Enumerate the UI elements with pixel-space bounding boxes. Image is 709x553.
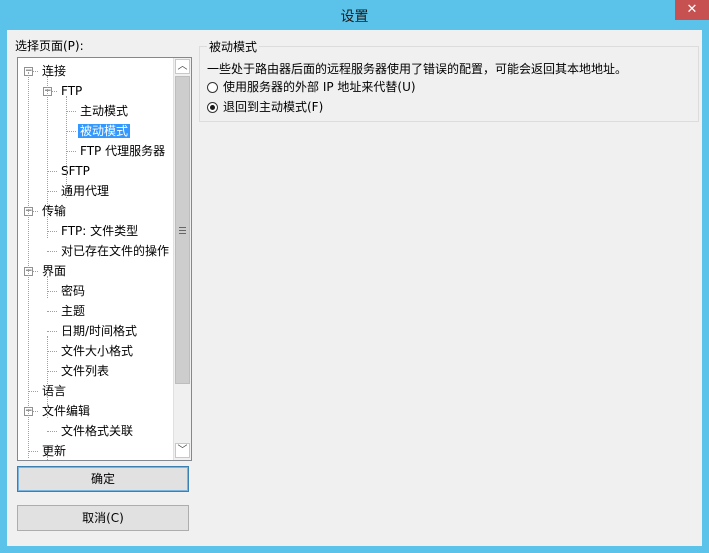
tree-connector: [66, 111, 76, 112]
tree-item-label: 通用代理: [61, 184, 110, 198]
tree-connector: [47, 171, 57, 172]
radio-button-icon[interactable]: [207, 82, 218, 93]
tree-connector: [66, 151, 76, 152]
tree-item[interactable]: 语言: [42, 382, 66, 400]
tree-item-label: FTP 代理服务器: [80, 144, 166, 158]
tree-connector: [47, 371, 57, 372]
ok-button[interactable]: 确定: [17, 466, 189, 492]
tree-item-label: 文件列表: [61, 364, 110, 378]
tree-guide-line: [28, 72, 29, 458]
close-button[interactable]: ✕: [675, 0, 709, 20]
tree-item-label: 更新: [42, 444, 67, 458]
tree-item[interactable]: 文件列表: [61, 362, 109, 380]
tree-connector: [47, 251, 57, 252]
radio-button-icon[interactable]: [207, 102, 218, 113]
tree-item-label: 传输: [42, 204, 67, 218]
tree-item[interactable]: 主动模式: [80, 102, 128, 120]
tree-connector: [47, 191, 57, 192]
tree-item-label: 主动模式: [80, 104, 129, 118]
tree-item[interactable]: 主题: [61, 302, 85, 320]
tree-item[interactable]: 文件大小格式: [61, 342, 133, 360]
tree-item[interactable]: FTP: [61, 82, 82, 100]
tree-item[interactable]: 界面: [42, 262, 66, 280]
tree-item-label: 界面: [42, 264, 67, 278]
tree-connector: [47, 351, 57, 352]
tree-item[interactable]: 传输: [42, 202, 66, 220]
tree-item[interactable]: 更新: [42, 442, 66, 460]
radio-fallback-active[interactable]: 退回到主动模式(F): [207, 99, 323, 115]
tree-connector: [47, 291, 57, 292]
tree-item-label: 日期/时间格式: [61, 324, 138, 338]
tree-connector: [47, 231, 57, 232]
tree-connector: [28, 391, 38, 392]
scroll-up-button[interactable]: ︿: [175, 59, 190, 74]
tree-guide-line: [47, 336, 48, 418]
tree-item[interactable]: 通用代理: [61, 182, 109, 200]
scroll-down-button[interactable]: ﹀: [175, 443, 190, 458]
tree-guide-line: [66, 96, 67, 198]
select-page-label: 选择页面(P):: [15, 39, 84, 53]
scroll-thumb[interactable]: [175, 76, 190, 384]
tree-item-label: 语言: [42, 384, 67, 398]
cancel-button[interactable]: 取消(C): [17, 505, 189, 531]
radio-label: 使用服务器的外部 IP 地址来代替(U): [223, 80, 416, 94]
tree-item-label: 连接: [42, 64, 67, 78]
tree-item[interactable]: 被动模式: [78, 122, 131, 140]
tree-connector: [47, 431, 57, 432]
settings-dialog: 设置 ✕ 选择页面(P): ︿ ﹀ 连接 − FTP − 主动模式 被动模式 FTP 代理服…: [0, 0, 709, 553]
tree-item-label: 对已存在文件的操作: [61, 244, 170, 258]
radio-use-external-ip[interactable]: 使用服务器的外部 IP 地址来代替(U): [207, 79, 416, 95]
tree-connector: [47, 311, 57, 312]
tree-item-label: FTP: [61, 84, 83, 98]
tree-connector: [47, 331, 57, 332]
group-title: 被动模式: [207, 38, 260, 55]
chevron-up-icon: ︿: [177, 61, 188, 72]
tree-connector: [66, 131, 76, 132]
grip-line: [179, 227, 186, 228]
dialog-client-area: 选择页面(P): ︿ ﹀ 连接 − FTP − 主动模式 被动模式 FTP 代理服务器 SFT…: [7, 30, 702, 546]
settings-tree[interactable]: ︿ ﹀ 连接 − FTP − 主动模式 被动模式 FTP 代理服务器 SFTP 通用代理 传输 − F…: [17, 57, 192, 461]
tree-item[interactable]: 日期/时间格式: [61, 322, 137, 340]
tree-item-label: 文件大小格式: [61, 344, 134, 358]
tree-item[interactable]: 密码: [61, 282, 85, 300]
tree-item[interactable]: 连接: [42, 62, 66, 80]
tree-item[interactable]: 对已存在文件的操作: [61, 242, 169, 260]
tree-item-label: FTP: 文件类型: [61, 224, 139, 238]
tree-item[interactable]: 文件编辑: [42, 402, 90, 420]
title-bar[interactable]: 设置 ✕: [0, 0, 709, 30]
tree-item-label: 文件格式关联: [61, 424, 134, 438]
tree-item[interactable]: FTP: 文件类型: [61, 222, 138, 240]
tree-guide-line: [47, 76, 48, 238]
tree-scrollbar[interactable]: ︿ ﹀: [173, 58, 191, 460]
tree-connector: [28, 451, 38, 452]
tree-item-label: 文件编辑: [42, 404, 91, 418]
grip-line: [179, 230, 186, 231]
grip-line: [179, 233, 186, 234]
tree-guide-line: [47, 456, 48, 460]
radio-label: 退回到主动模式(F): [223, 100, 324, 114]
tree-item-label: 密码: [61, 284, 86, 298]
tree-item[interactable]: FTP 代理服务器: [80, 142, 165, 160]
close-icon: ✕: [686, 2, 698, 17]
tree-item-label: 主题: [61, 304, 86, 318]
tree-item-label: 被动模式: [78, 124, 131, 138]
window-title: 设置: [340, 9, 369, 25]
tree-item[interactable]: 文件格式关联: [61, 422, 133, 440]
tree-guide-line: [47, 276, 48, 298]
passive-description: 一些处于路由器后面的远程服务器使用了错误的配置，可能会返回其本地地址。: [207, 62, 628, 76]
chevron-down-icon: ﹀: [177, 445, 188, 456]
